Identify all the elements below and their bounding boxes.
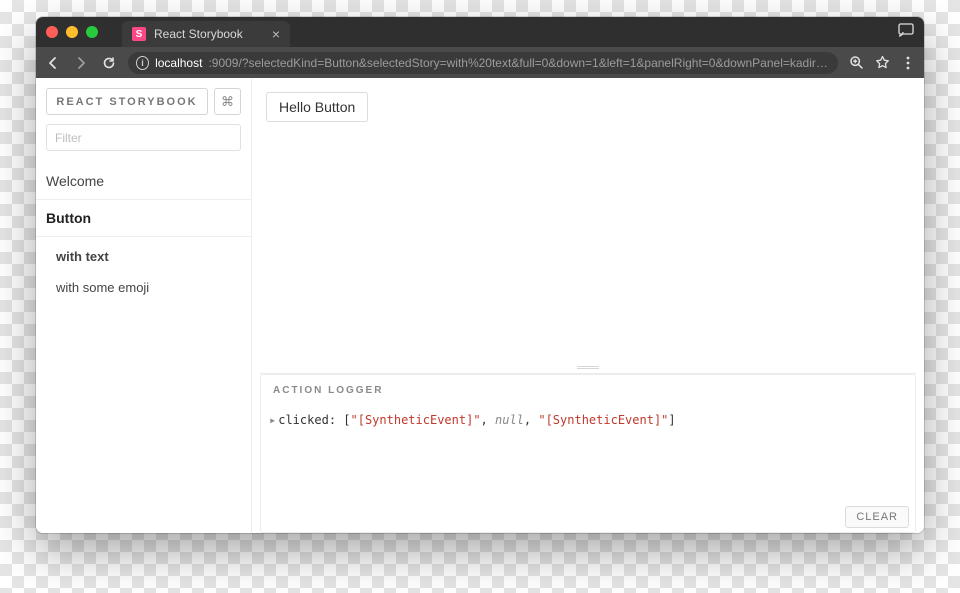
story-list: with text with some emoji — [36, 237, 251, 303]
minimize-window-button[interactable] — [66, 26, 78, 38]
storybook-favicon-icon: S — [132, 27, 146, 41]
brand-label[interactable]: REACT STORYBOOK — [46, 88, 208, 115]
shortcuts-button[interactable]: ⌘ — [214, 88, 241, 115]
filter-input[interactable] — [46, 124, 241, 151]
site-info-icon[interactable]: i — [136, 56, 149, 70]
preview-canvas: Hello Button — [252, 78, 924, 361]
storybook-app: REACT STORYBOOK ⌘ Welcome Button with te… — [36, 78, 924, 533]
addon-panel: ACTION LOGGER ▸clicked: ["[SyntheticEven… — [260, 373, 916, 533]
panel-resize-handle[interactable] — [252, 361, 924, 373]
address-bar: i localhost :9009/?selectedKind=Button&s… — [36, 47, 924, 78]
disclosure-triangle-icon[interactable]: ▸ — [269, 413, 276, 427]
window-controls — [46, 26, 98, 38]
panel-title: ACTION LOGGER — [261, 375, 915, 407]
browser-window: S React Storybook × i localhost :9009/?s… — [36, 17, 924, 533]
cast-icon[interactable] — [898, 23, 914, 42]
story-with-text[interactable]: with text — [46, 241, 251, 272]
close-window-button[interactable] — [46, 26, 58, 38]
browser-tab[interactable]: S React Storybook × — [122, 21, 290, 47]
log-action-name: clicked — [278, 413, 329, 427]
hello-button[interactable]: Hello Button — [266, 92, 368, 122]
titlebar: S React Storybook × — [36, 17, 924, 47]
sidebar: REACT STORYBOOK ⌘ Welcome Button with te… — [36, 78, 252, 533]
story-with-some-emoji[interactable]: with some emoji — [46, 272, 251, 303]
maximize-window-button[interactable] — [86, 26, 98, 38]
tab-title: React Storybook — [154, 27, 243, 41]
main-area: Hello Button ACTION LOGGER ▸clicked: ["[… — [252, 78, 924, 533]
kind-list: Welcome Button with text with some emoji — [36, 163, 251, 303]
reload-button[interactable] — [100, 54, 118, 72]
kind-button[interactable]: Button — [36, 200, 251, 237]
action-log: ▸clicked: ["[SyntheticEvent]", null, "[S… — [261, 407, 915, 502]
kebab-menu-icon[interactable] — [900, 55, 916, 71]
log-arg-2: "[SyntheticEvent]" — [538, 413, 668, 427]
bookmark-star-icon[interactable] — [874, 55, 890, 71]
forward-button[interactable] — [72, 54, 90, 72]
log-arg-1: null — [495, 413, 524, 427]
clear-button[interactable]: CLEAR — [845, 506, 909, 528]
kind-welcome[interactable]: Welcome — [36, 163, 251, 200]
back-button[interactable] — [44, 54, 62, 72]
url-path: :9009/?selectedKind=Button&selectedStory… — [208, 56, 830, 70]
close-tab-icon[interactable]: × — [272, 27, 280, 41]
log-arg-0: "[SyntheticEvent]" — [351, 413, 481, 427]
zoom-icon[interactable] — [848, 55, 864, 71]
url-field[interactable]: i localhost :9009/?selectedKind=Button&s… — [128, 52, 838, 74]
url-host: localhost — [155, 56, 202, 70]
